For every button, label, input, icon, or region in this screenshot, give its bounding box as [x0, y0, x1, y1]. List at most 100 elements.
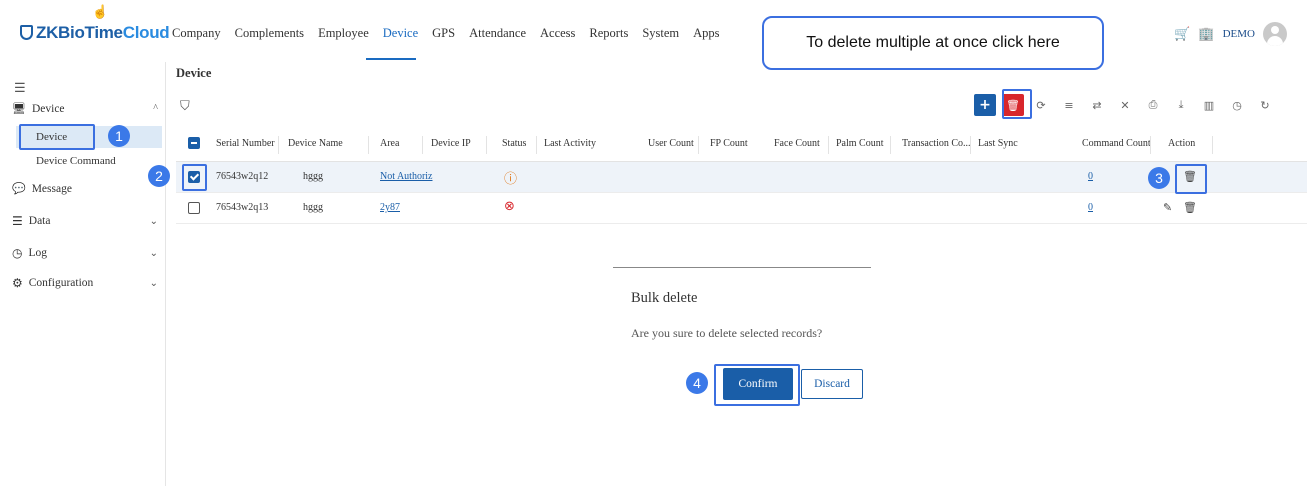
- cell-serial: 76543w2q13: [216, 202, 269, 213]
- nav-employee[interactable]: Employee: [318, 26, 369, 41]
- col-action: Action: [1168, 138, 1196, 149]
- step-badge-3: 3: [1148, 167, 1170, 189]
- nav-reports[interactable]: Reports: [589, 26, 628, 41]
- error-status-icon: ⊗: [504, 199, 515, 214]
- device-icon: 🖥: [12, 103, 26, 115]
- user-area: 🛒 🏢 DEMO: [1174, 22, 1287, 46]
- sidebar-item-data[interactable]: ☰ Data ⌄: [12, 214, 158, 228]
- table-header: Serial Number Device Name Area Device IP…: [176, 128, 1307, 162]
- company-icon: 🏢: [1198, 26, 1215, 41]
- chevron-down-icon: ⌄: [149, 277, 158, 289]
- filter-icon[interactable]: ⛉: [180, 98, 190, 114]
- app-logo[interactable]: ZKBioTimeCloud: [20, 23, 170, 43]
- col-transaction-count[interactable]: Transaction Co...: [902, 138, 971, 149]
- history-icon[interactable]: ◷: [1226, 94, 1248, 116]
- cell-command-count-link[interactable]: 0: [1088, 171, 1093, 182]
- annotation-callout: To delete multiple at once click here: [762, 16, 1104, 70]
- nav-apps[interactable]: Apps: [693, 26, 719, 41]
- mouse-cursor-icon: ☝: [92, 4, 109, 19]
- top-navigation-bar: ☝ ZKBioTimeCloud Company Complements Emp…: [0, 0, 1307, 62]
- select-all-checkbox[interactable]: [188, 137, 200, 149]
- col-face-count[interactable]: Face Count: [774, 138, 820, 149]
- add-button[interactable]: +: [974, 94, 996, 116]
- row-checkbox[interactable]: [188, 202, 200, 214]
- col-last-sync[interactable]: Last Sync: [978, 138, 1018, 149]
- cell-area-link[interactable]: 2y87: [380, 202, 400, 213]
- transfer-icon[interactable]: ⇄: [1086, 94, 1108, 116]
- collapse-sidebar-icon[interactable]: ☰: [14, 80, 26, 96]
- col-area[interactable]: Area: [380, 138, 399, 149]
- cell-serial: 76543w2q12: [216, 171, 269, 182]
- data-icon: ☰: [12, 214, 23, 228]
- step-badge-4: 4: [686, 372, 708, 394]
- list-icon[interactable]: ≡: [1058, 94, 1080, 116]
- device-menu-highlight: [19, 124, 95, 150]
- col-last-activity[interactable]: Last Activity: [544, 138, 596, 149]
- chevron-down-icon: ⌄: [149, 247, 158, 259]
- gear-icon: ⚙: [12, 276, 23, 290]
- nav-system[interactable]: System: [642, 26, 679, 41]
- edit-icon[interactable]: ✎: [1163, 201, 1172, 214]
- sidebar-subitem-device-command[interactable]: Device Command: [16, 153, 162, 169]
- nav-gps[interactable]: GPS: [432, 26, 455, 41]
- sidebar-item-configuration[interactable]: ⚙ Configuration ⌄: [12, 276, 158, 290]
- cell-area-link[interactable]: Not Authoriz: [380, 171, 433, 182]
- sidebar-item-device[interactable]: 🖥 Device ^: [12, 102, 158, 116]
- trash-icon[interactable]: 🗑: [1183, 201, 1197, 214]
- main-nav: Company Complements Employee Device GPS …: [172, 26, 734, 41]
- nav-device[interactable]: Device: [383, 26, 418, 41]
- sidebar-item-label: Configuration: [28, 277, 94, 289]
- table-row[interactable]: 76543w2q12 hggg Not Authoriz ⓘ 0 🗑: [176, 162, 1307, 193]
- message-icon: 💬: [12, 183, 26, 195]
- cart-icon[interactable]: 🛒: [1174, 26, 1190, 42]
- cell-command-count-link[interactable]: 0: [1088, 202, 1093, 213]
- refresh-icon[interactable]: ↻: [1254, 94, 1276, 116]
- shield-logo-icon: [20, 25, 33, 40]
- search-device-icon[interactable]: ⟳: [1030, 94, 1052, 116]
- col-user-count[interactable]: User Count: [648, 138, 694, 149]
- chevron-down-icon: ⌄: [149, 215, 158, 227]
- nav-active-indicator: [366, 58, 416, 60]
- step-badge-1: 1: [108, 125, 130, 147]
- columns-icon[interactable]: ▥: [1198, 94, 1220, 116]
- avatar[interactable]: [1263, 22, 1287, 46]
- sidebar-item-label: Message: [31, 182, 72, 195]
- clock-icon: ◷: [12, 246, 23, 260]
- col-status[interactable]: Status: [502, 138, 526, 149]
- confirm-button-highlight: [714, 364, 800, 406]
- discard-button[interactable]: Discard: [801, 369, 863, 399]
- checkbox-highlight: [182, 164, 207, 191]
- col-command-count[interactable]: Command Count: [1082, 138, 1151, 149]
- dialog-message: Are you sure to delete selected records?: [631, 326, 823, 340]
- delete-button-highlight: [1002, 89, 1032, 119]
- nav-attendance[interactable]: Attendance: [469, 26, 526, 41]
- row-delete-highlight: [1175, 164, 1207, 194]
- page-title: Device: [176, 66, 212, 80]
- download-icon[interactable]: ⤓: [1170, 94, 1192, 116]
- sidebar-item-label: Log: [28, 247, 48, 259]
- col-fp-count[interactable]: FP Count: [710, 138, 748, 149]
- cell-device-name: hggg: [303, 171, 323, 182]
- col-device-ip[interactable]: Device IP: [431, 138, 471, 149]
- close-icon[interactable]: ✕: [1114, 94, 1136, 116]
- dialog-title: Bulk delete: [631, 290, 698, 306]
- col-serial-number[interactable]: Serial Number: [216, 138, 275, 149]
- nav-company[interactable]: Company: [172, 26, 221, 41]
- user-name[interactable]: DEMO: [1223, 28, 1255, 40]
- logo-accent-text: Cloud: [122, 23, 170, 42]
- nav-complements[interactable]: Complements: [235, 26, 304, 41]
- chevron-up-icon: ^: [153, 103, 158, 114]
- col-device-name[interactable]: Device Name: [288, 138, 343, 149]
- sidebar-item-message[interactable]: 💬 Message: [12, 182, 158, 196]
- logo-text: ZKBioTime: [36, 23, 123, 42]
- sidebar-item-label: Data: [28, 215, 51, 227]
- step-badge-2: 2: [148, 165, 170, 187]
- export-icon[interactable]: ⎙: [1142, 94, 1164, 116]
- nav-access[interactable]: Access: [540, 26, 575, 41]
- sidebar-item-label: Device: [31, 102, 65, 115]
- table-row[interactable]: 76543w2q13 hggg 2y87 ⊗ 0 ✎ 🗑: [176, 193, 1307, 224]
- cell-device-name: hggg: [303, 202, 323, 213]
- col-palm-count[interactable]: Palm Count: [836, 138, 884, 149]
- sidebar-item-log[interactable]: ◷ Log ⌄: [12, 246, 158, 260]
- main-content: Device ⛉ + 🗑 ⟳ ≡ ⇄ ✕ ⎙ ⤓ ▥ ◷ ↻ Serial Nu…: [176, 62, 1307, 486]
